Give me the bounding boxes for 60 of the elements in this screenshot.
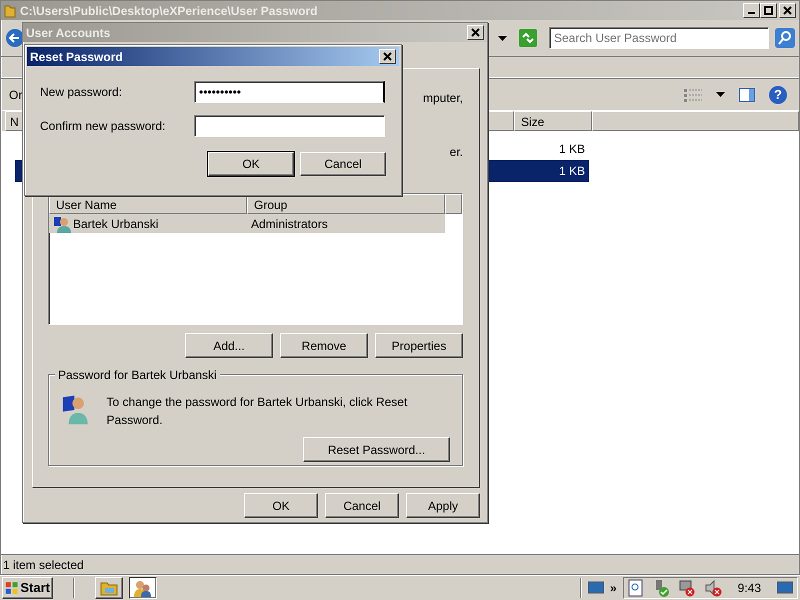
field-label: New password: <box>40 84 124 101</box>
network-error-icon[interactable] <box>678 579 696 597</box>
intro-text: mputer, <box>422 90 463 107</box>
user-group: Administrators <box>251 214 328 232</box>
dialog-button[interactable]: OK <box>208 152 294 176</box>
dialog-button[interactable]: Cancel <box>300 152 386 176</box>
column-header[interactable]: Size <box>514 111 592 131</box>
dialog-button[interactable]: Cancel <box>325 493 399 518</box>
user-name: Bartek Urbanski <box>73 216 158 232</box>
desktop-icon[interactable] <box>777 581 793 595</box>
window-title: User Accounts <box>26 24 112 42</box>
pane-icon <box>739 88 755 102</box>
window-title: C:\Users\Public\Desktop\eXPerience\User Password <box>20 2 318 20</box>
close-button[interactable] <box>779 3 796 18</box>
monitor-icon[interactable] <box>588 581 604 595</box>
dialog-button[interactable]: Remove <box>280 333 368 358</box>
help-button[interactable]: ? <box>769 86 787 104</box>
password-field[interactable]: •••••••••• <box>194 81 385 103</box>
users-icon <box>53 214 71 232</box>
dialog-button[interactable]: Apply <box>406 493 480 518</box>
refresh-button[interactable] <box>519 29 537 47</box>
folder-icon <box>4 4 16 18</box>
password-help-text: To change the password for Bartek Urbanski, click Reset Password. <box>106 394 408 429</box>
views-dropdown[interactable] <box>716 92 725 97</box>
list-view-icon <box>684 88 702 102</box>
minimize-button[interactable] <box>743 3 760 18</box>
windows-logo-icon <box>5 580 18 596</box>
user-list[interactable]: User Name Group Bartek Urbanski Administrators <box>48 193 463 325</box>
user-row[interactable]: Bartek Urbanski Administrators <box>49 214 445 233</box>
dialog-button[interactable]: Add... <box>185 333 273 358</box>
field-label: Confirm new password: <box>40 118 166 135</box>
empty-column-header <box>445 194 462 214</box>
reset-password-button[interactable]: Reset Password... <box>303 437 450 462</box>
password-field[interactable] <box>194 115 385 137</box>
dropdown-button[interactable] <box>498 36 507 40</box>
intro-text: er. <box>450 144 463 161</box>
caret-icon <box>716 92 725 97</box>
dialog-button[interactable]: Properties <box>375 333 463 358</box>
maximize-icon <box>764 6 773 15</box>
clock: 9:43 <box>738 580 761 597</box>
search-button[interactable] <box>775 28 795 48</box>
dialog-button[interactable]: OK <box>244 493 318 518</box>
chevron-button[interactable]: » <box>610 579 617 597</box>
caret-icon <box>498 36 507 40</box>
refresh-icon <box>519 29 537 47</box>
taskbar-button[interactable] <box>129 577 157 599</box>
close-button[interactable] <box>467 25 484 40</box>
maximize-button[interactable] <box>760 3 777 18</box>
search-field[interactable]: Search User Password <box>549 27 769 49</box>
close-button[interactable] <box>379 49 396 64</box>
users-icon <box>134 579 152 597</box>
dialog-title: Reset Password <box>30 48 124 66</box>
search-icon <box>775 28 795 48</box>
preview-pane-button[interactable] <box>739 88 755 102</box>
toolbar-label[interactable]: Or <box>9 86 22 104</box>
speaker-muted-icon[interactable] <box>704 579 722 597</box>
minimize-icon <box>748 12 755 14</box>
start-button[interactable]: Start <box>2 577 53 599</box>
status-text: 1 item selected <box>3 556 84 574</box>
file-size: 1 KB <box>558 163 585 180</box>
